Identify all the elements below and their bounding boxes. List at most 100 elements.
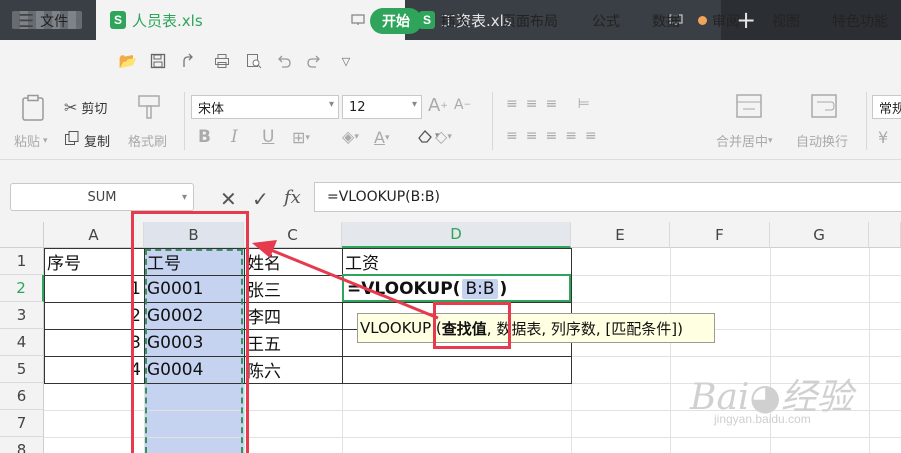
italic-button[interactable]: I [231,127,238,147]
save-icon[interactable] [148,51,168,71]
paste-label: 粘贴 [14,135,41,150]
column-header-g[interactable]: G [770,222,869,248]
cut-button[interactable]: ✂ 剪切 [64,98,107,117]
merge-center-button[interactable]: 合并居中 ▾ [716,131,773,150]
cancel-formula-icon[interactable]: ✕ [220,187,237,211]
horizontal-align-icons[interactable]: ≡≡≡≡≡ [506,128,605,144]
monitor-icon[interactable] [349,11,367,29]
cell-a4[interactable]: 3 [44,329,144,356]
font-shrink-icon: A [454,97,464,113]
copy-label: 复制 [84,134,111,150]
auto-wrap-icon[interactable] [810,93,838,125]
row-header-7[interactable]: 7 [0,410,44,437]
spreadsheet-icon: S [110,11,126,29]
cell-c4[interactable]: 王五 [244,329,342,356]
unsaved-dot-icon[interactable] [693,11,711,29]
cell-c5[interactable]: 陈六 [244,356,342,383]
ribbon-separator [184,92,185,150]
function-tooltip: VLOOKUP ( 查找值 , 数据表, 列序数, [匹配条件]) [357,313,715,343]
select-all-corner[interactable] [0,222,44,248]
copy-button[interactable]: 复制 [64,130,110,150]
column-header-d[interactable]: D [342,222,571,248]
confirm-formula-icon[interactable]: ✓ [252,187,269,211]
column-header-f[interactable]: F [670,222,770,248]
file-menu[interactable]: ☰ 文件 ∨ [18,8,82,34]
row-header-5[interactable]: 5 [0,356,44,383]
scissors-icon: ✂ [64,98,78,117]
copy-icon [64,130,80,150]
annotation-box-column-b [131,211,249,453]
font-color-button[interactable]: A ▾ [374,128,389,147]
active-cell-d2 [342,274,571,302]
tooltip-rest: , 数据表, 列序数, [匹配条件]) [486,319,683,338]
tab-page-layout[interactable]: 页面布局 [502,8,558,34]
tab-review[interactable]: 审阅 [712,8,740,34]
bold-button[interactable]: B [198,127,211,147]
row-header-4[interactable]: 4 [0,329,44,356]
undo-icon[interactable] [274,51,294,71]
name-box[interactable]: SUM ▾ [10,183,194,211]
chevron-down-icon: ▾ [328,99,334,110]
chevron-down-icon: ∨ [74,14,83,28]
tab-data[interactable]: 数据 [652,8,680,34]
font-grow-button[interactable]: A + [428,95,448,116]
row-header-2[interactable]: 2 [0,275,44,302]
font-name-value: 宋体 [198,101,225,117]
tab-title: 人员表.xls [132,11,203,30]
paste-icon[interactable] [20,94,46,128]
quick-access-dropdown-icon[interactable]: ▽ [336,51,356,71]
print-preview-icon[interactable] [244,51,264,71]
column-header-e[interactable]: E [571,222,670,248]
tab-special[interactable]: 特色功能 [832,8,888,34]
font-shrink-button[interactable]: A − [454,97,471,113]
row-header-3[interactable]: 3 [0,302,44,329]
formula-input[interactable]: =VLOOKUP(B:B) [314,182,901,212]
cell-a3[interactable]: 2 [44,302,144,329]
column-header-a[interactable]: A [44,222,144,248]
row-header-8[interactable]: 8 [0,437,44,453]
row-header-1[interactable]: 1 [0,248,44,275]
tab-start[interactable]: 开始 [370,8,422,34]
cell-c1[interactable]: 姓名 [244,248,342,275]
font-size-select[interactable]: 12 ▾ [342,95,422,119]
name-box-value: SUM [87,189,117,205]
merge-center-icon[interactable] [735,93,763,125]
cell-a5[interactable]: 4 [44,356,144,383]
column-header-c[interactable]: C [244,222,342,248]
auto-wrap-button[interactable]: 自动换行 [796,131,848,150]
tab-renyuanbiao[interactable]: S 人员表.xls [96,0,405,40]
fx-button[interactable]: fx [284,187,301,208]
vertical-align-icons[interactable]: ≡≡≡ ⊨ [506,96,598,112]
column-header-h[interactable] [869,222,901,248]
format-painter-button[interactable]: 格式刷 [128,131,167,150]
clear-format-icon[interactable]: ◇ ▾ [435,127,452,146]
watermark-url: jingyan.baidu.com [714,412,811,426]
print-icon[interactable] [212,51,232,71]
tab-formula[interactable]: 公式 [592,8,620,34]
hamburger-icon: ☰ [18,10,35,32]
open-folder-icon[interactable]: 📂 [118,51,138,71]
gridline [670,248,671,453]
fill-color-icon[interactable]: ◈ ▾ [342,127,359,146]
cell-a1[interactable]: 序号 [44,248,144,275]
cell-c3[interactable]: 李四 [244,302,342,329]
export-icon[interactable] [178,51,198,71]
number-format-select[interactable]: 常规 [872,95,901,119]
chevron-down-icon: ▾ [43,135,48,146]
row-header-6[interactable]: 6 [0,383,44,410]
currency-icon[interactable]: ¥ [878,128,888,147]
font-name-select[interactable]: 宋体 ▾ [191,95,339,119]
cell-d1[interactable]: 工资 [342,248,571,275]
ribbon-separator [866,92,867,150]
tab-view[interactable]: 视图 [772,8,800,34]
cell-a2[interactable]: 1 [44,275,144,302]
redo-icon[interactable] [304,51,324,71]
border-icon[interactable]: ⊞ ▾ [292,128,310,147]
file-menu-label: 文件 [40,14,69,30]
chevron-down-icon: ▾ [181,191,187,203]
format-painter-icon[interactable] [135,94,163,126]
tab-insert[interactable]: 插入 [441,8,469,34]
underline-button[interactable]: U [262,127,274,147]
paste-button[interactable]: 粘贴 ▾ [14,131,48,150]
cell-c2[interactable]: 张三 [244,275,342,302]
